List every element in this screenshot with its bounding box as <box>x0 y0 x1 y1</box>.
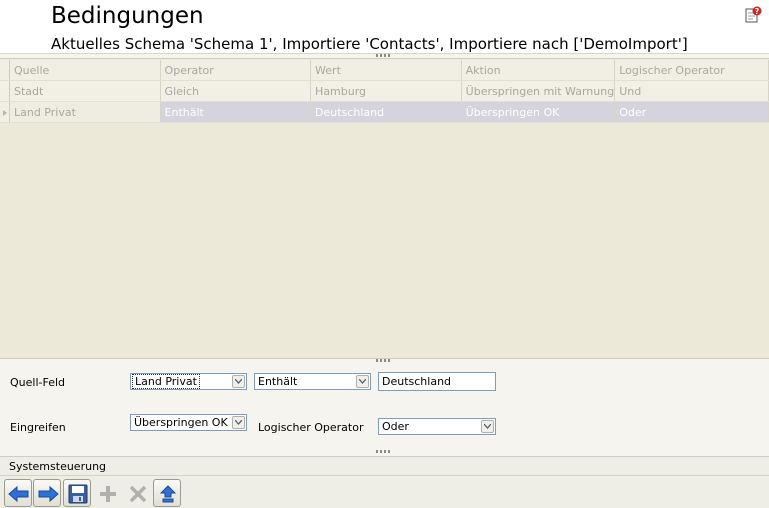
action-label: Eingreifen <box>10 421 66 434</box>
plus-icon <box>100 486 116 502</box>
source-field-value: Land Privat <box>132 374 200 389</box>
source-field-select[interactable]: Land Privat <box>130 373 247 390</box>
current-row-arrow-icon <box>3 109 7 116</box>
logical-operator-value: Oder <box>382 420 409 433</box>
logical-operator-select[interactable]: Oder <box>378 418 496 435</box>
value-text: Deutschland <box>382 375 452 388</box>
column-header-logischer-operator[interactable]: Logischer Operator <box>614 60 769 81</box>
action-select[interactable]: Überspringen OK <box>130 414 247 431</box>
delete-icon <box>129 485 147 503</box>
action-value: Überspringen OK <box>134 416 228 429</box>
cell-aktion[interactable]: Überspringen OK <box>461 101 616 123</box>
conditions-grid: Quelle Operator Wert Aktion Logischer Op… <box>0 58 769 359</box>
save-icon <box>68 484 88 504</box>
upload-icon <box>159 485 177 503</box>
back-button[interactable] <box>4 479 32 507</box>
chevron-down-icon[interactable] <box>356 375 369 388</box>
cell-logischer-operator[interactable]: Oder <box>614 101 769 123</box>
system-panel-title: Systemsteuerung <box>9 460 107 473</box>
table-row[interactable]: Stadt Gleich Hamburg Überspringen mit Wa… <box>0 80 769 102</box>
column-header-quelle[interactable]: Quelle <box>9 60 161 81</box>
system-panel: Systemsteuerung <box>0 456 769 508</box>
cell-aktion[interactable]: Überspringen mit Warnung <box>461 80 616 102</box>
page-subtitle: Aktuelles Schema 'Schema 1', Importiere … <box>51 35 688 53</box>
bottom-splitter[interactable] <box>0 449 769 454</box>
arrow-left-icon <box>8 485 29 503</box>
save-button[interactable] <box>63 479 91 507</box>
value-input[interactable]: Deutschland <box>378 372 496 391</box>
help-icon[interactable]: ? <box>744 6 762 24</box>
grid-header-row: Quelle Operator Wert Aktion Logischer Op… <box>0 60 769 81</box>
row-header-corner <box>0 60 11 81</box>
header: Bedingungen Aktuelles Schema 'Schema 1',… <box>0 0 769 54</box>
delete-button[interactable] <box>123 479 151 507</box>
operator-value: Enthält <box>258 375 298 388</box>
column-header-wert[interactable]: Wert <box>310 60 462 81</box>
cell-logischer-operator[interactable]: Und <box>614 80 769 102</box>
chevron-down-icon[interactable] <box>232 416 245 429</box>
source-field-label: Quell-Feld <box>10 376 66 389</box>
arrow-right-icon <box>38 485 59 503</box>
row-header[interactable] <box>0 101 11 123</box>
column-header-aktion[interactable]: Aktion <box>461 60 616 81</box>
condition-editor: Quell-Feld Land Privat Enthält Deutschla… <box>0 363 769 448</box>
chevron-down-icon[interactable] <box>481 420 494 433</box>
page-title: Bedingungen <box>51 3 204 29</box>
cell-quelle[interactable]: Stadt <box>9 80 161 102</box>
cell-wert[interactable]: Deutschland <box>310 101 462 123</box>
cell-quelle[interactable]: Land Privat <box>9 101 161 123</box>
column-header-operator[interactable]: Operator <box>160 60 312 81</box>
divider <box>0 475 769 476</box>
chevron-down-icon[interactable] <box>232 375 245 388</box>
logical-operator-label: Logischer Operator <box>258 421 364 434</box>
add-button[interactable] <box>93 479 121 507</box>
upload-button[interactable] <box>153 479 181 507</box>
row-header[interactable] <box>0 80 11 102</box>
table-row-selected[interactable]: Land Privat Enthält Deutschland Überspri… <box>0 101 769 123</box>
cell-operator[interactable]: Gleich <box>160 80 312 102</box>
svg-text:?: ? <box>755 7 760 16</box>
operator-select[interactable]: Enthält <box>254 373 371 390</box>
cell-operator[interactable]: Enthält <box>160 101 312 123</box>
cell-wert[interactable]: Hamburg <box>310 80 462 102</box>
forward-button[interactable] <box>33 479 61 507</box>
